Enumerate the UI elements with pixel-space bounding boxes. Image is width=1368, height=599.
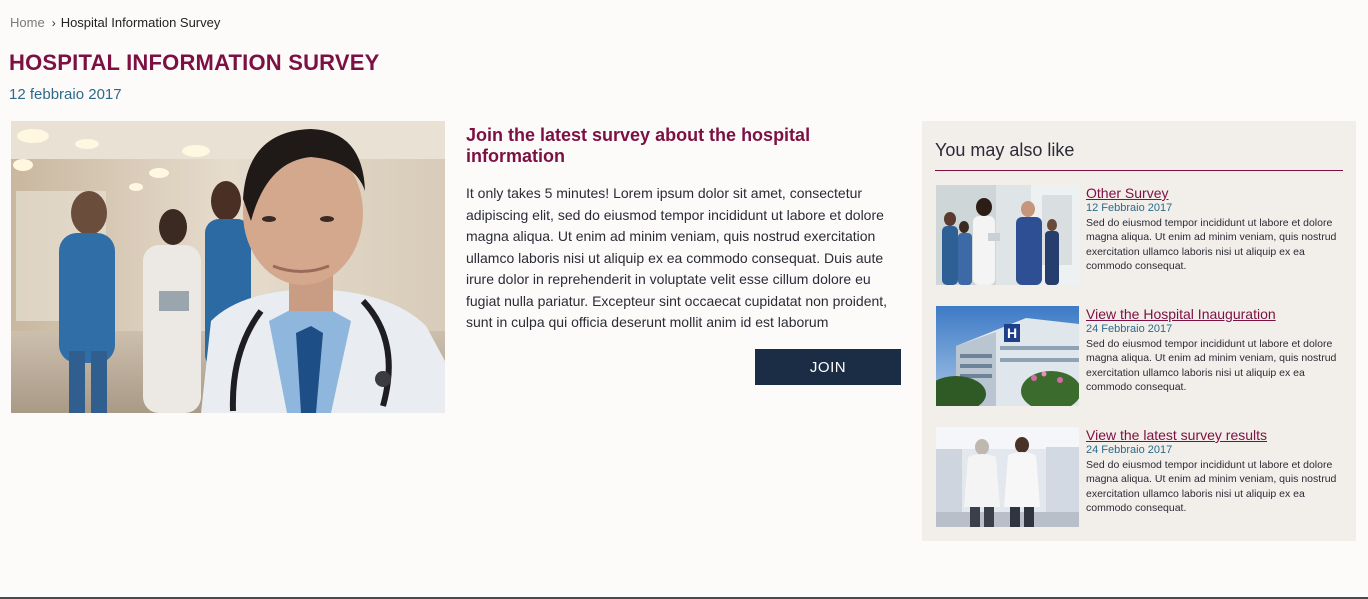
related-item-title[interactable]: Other Survey xyxy=(1086,185,1348,202)
article-heading: Join the latest survey about the hospita… xyxy=(466,125,811,166)
related-item-date: 24 Febbraio 2017 xyxy=(1086,444,1173,456)
breadcrumb: Home › Hospital Information Survey xyxy=(10,15,220,30)
related-item-survey-results[interactable]: View the latest survey results 24 Febbra… xyxy=(936,427,1344,527)
page-date: 12 febbraio 2017 xyxy=(9,86,122,103)
related-item-date: 24 Febbraio 2017 xyxy=(1086,323,1173,335)
related-item-date: 12 Febbraio 2017 xyxy=(1086,202,1173,214)
doctor-hero-image xyxy=(11,121,445,413)
medical-team-thumbnail[interactable] xyxy=(936,185,1079,285)
related-item-title[interactable]: View the latest survey results xyxy=(1086,427,1348,444)
hospital-building-thumbnail[interactable]: H xyxy=(936,306,1079,406)
breadcrumb-current: Hospital Information Survey xyxy=(60,15,221,30)
join-button[interactable]: JOIN xyxy=(755,349,901,385)
article-content: Join the latest survey about the hospita… xyxy=(466,125,898,334)
sidebar-divider xyxy=(935,170,1343,171)
related-item-desc: Sed do eiusmod tempor incididunt ut labo… xyxy=(1086,338,1337,393)
chevron-right-icon: › xyxy=(51,15,56,30)
related-item-desc: Sed do eiusmod tempor incididunt ut labo… xyxy=(1086,459,1337,514)
related-item-text: View the Hospital Inauguration 24 Febbra… xyxy=(1086,306,1348,394)
related-item-hospital-inauguration[interactable]: H View the Hospital Inauguration 24 Febb… xyxy=(936,306,1344,406)
sidebar-title: You may also like xyxy=(935,140,1075,160)
related-item-text: View the latest survey results 24 Febbra… xyxy=(1086,427,1348,515)
related-item-title[interactable]: View the Hospital Inauguration xyxy=(1086,306,1348,323)
related-sidebar: You may also like Other Survey 12 Febbra… xyxy=(922,121,1356,541)
page-title: HOSPITAL INFORMATION SURVEY xyxy=(9,50,380,75)
related-item-desc: Sed do eiusmod tempor incididunt ut labo… xyxy=(1086,217,1337,272)
svg-text:H: H xyxy=(1007,325,1017,341)
article-body: It only takes 5 minutes! Lorem ipsum dol… xyxy=(466,185,888,330)
breadcrumb-home-link[interactable]: Home xyxy=(10,15,45,30)
doctors-walking-thumbnail[interactable] xyxy=(936,427,1079,527)
related-item-text: Other Survey 12 Febbraio 2017 Sed do eiu… xyxy=(1086,185,1348,273)
related-item-other-survey[interactable]: Other Survey 12 Febbraio 2017 Sed do eiu… xyxy=(936,185,1344,285)
